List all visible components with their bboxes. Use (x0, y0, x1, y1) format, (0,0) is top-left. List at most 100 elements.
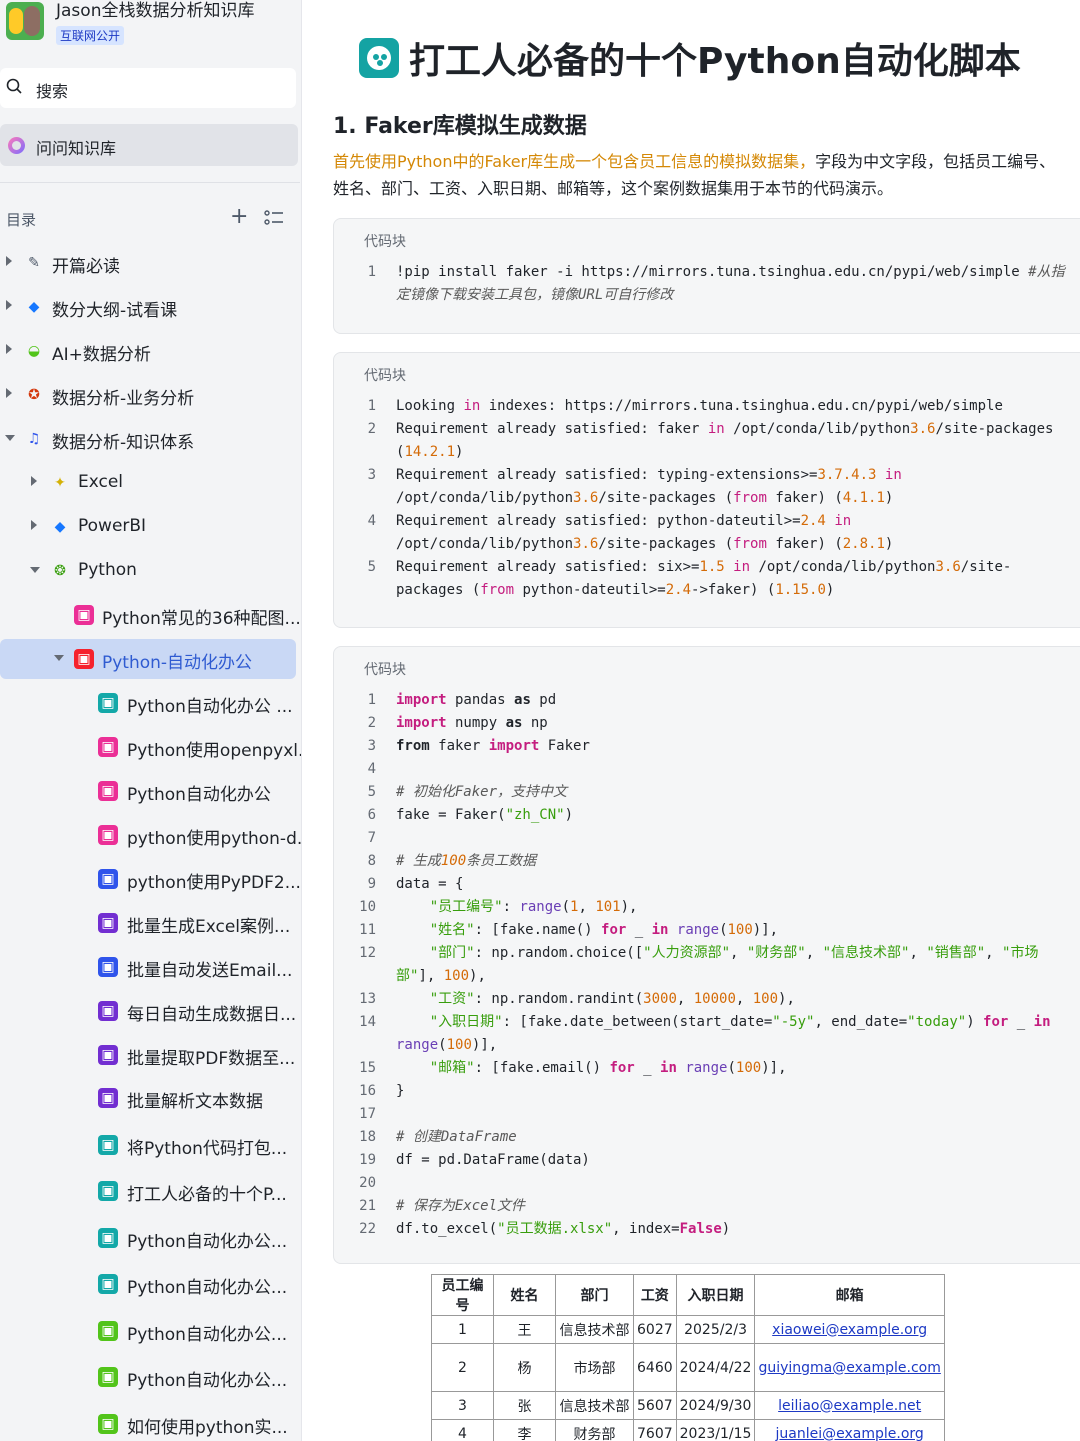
sidebar-item[interactable]: ▣ Python自动化办公... (0, 1218, 300, 1258)
sidebar-item-label: AI+数据分析 (52, 345, 151, 365)
sidebar-item-label: Python自动化办公... (127, 1232, 288, 1252)
sidebar-item[interactable]: ◒ AI+数据分析 (0, 331, 300, 371)
doc-icon: ▣ (74, 605, 94, 625)
code-text: df.to_excel("员工数据.xlsx", index=False) (396, 1221, 731, 1237)
code-text: df = pd.DataFrame(data) (396, 1152, 590, 1168)
code-text: Requirement already satisfied: six>=1.5 … (396, 559, 1012, 598)
sidebar-item[interactable]: ▣ Python自动化办公 ... (0, 683, 300, 723)
line-number: 15 (359, 1060, 376, 1076)
caret-right-icon[interactable] (31, 520, 37, 530)
sidebar-item-label: Python使用openpyxl... (127, 741, 302, 761)
code-text: !pip install faker -i https://mirrors.tu… (396, 264, 1065, 303)
code-block-label: 代码块 (364, 234, 406, 250)
medal-icon: ✪ (28, 387, 40, 403)
sidebar-item[interactable]: ▣ 批量解析文本数据 (0, 1078, 300, 1118)
sidebar-item[interactable]: ▣ python使用python-d... (0, 815, 302, 855)
sidebar-item[interactable]: ♫ 数据分析-知识体系 (0, 419, 300, 459)
sidebar-item-label: 数分大纲-试看课 (52, 301, 178, 321)
code-block-generate[interactable]: 代码块 1 import pandas as pd 2 import numpy as… (333, 646, 1080, 1264)
caret-down-icon[interactable] (5, 435, 15, 441)
sidebar-item[interactable]: ▣ 如何使用python实... (0, 1404, 300, 1441)
line-number: 21 (359, 1198, 376, 1214)
line-number: 5 (367, 559, 376, 575)
email-link[interactable]: leiliao@example.net (754, 1391, 945, 1420)
sidebar-item[interactable]: ▣ 批量自动发送Email... (0, 947, 300, 987)
sidebar-item[interactable]: ✪ 数据分析-业务分析 (0, 375, 300, 415)
email-link[interactable]: juanlei@example.org (754, 1419, 945, 1441)
caret-right-icon[interactable] (31, 476, 37, 486)
add-icon[interactable]: + (230, 206, 248, 228)
caret-down-icon[interactable] (54, 655, 64, 661)
doc-icon: ▣ (98, 781, 118, 801)
sidebar-item[interactable]: ▣ 打工人必备的十个P... (0, 1171, 300, 1211)
gem-icon: ◆ (28, 299, 40, 315)
sidebar-item[interactable]: ▣ Python自动化办公... (0, 1311, 300, 1351)
sidebar-item[interactable]: ▣ 批量生成Excel案例... (0, 903, 300, 943)
sidebar-item-label: python使用python-d... (127, 829, 302, 849)
knowledge-base-header[interactable]: Jason全栈数据分析知识库 互联网公开 (0, 0, 301, 56)
sidebar-item-label: 批量生成Excel案例... (127, 917, 291, 937)
search-icon (6, 78, 22, 94)
code-text: Requirement already satisfied: faker in … (396, 421, 1062, 460)
email-link[interactable]: xiaowei@example.org (754, 1315, 945, 1344)
sidebar-item-label: PowerBI (78, 516, 147, 536)
line-number: 1 (367, 692, 376, 708)
line-number: 19 (359, 1152, 376, 1168)
sidebar-divider (0, 182, 300, 183)
doc-icon: ▣ (98, 1088, 118, 1108)
search-button[interactable]: 搜索 (0, 68, 296, 108)
ask-knowledge-base-button[interactable]: 问问知识库 (0, 124, 298, 166)
code-text: Looking in indexes: https://mirrors.tuna… (396, 398, 1003, 414)
caret-down-icon[interactable] (30, 567, 40, 573)
code-text: # 创建DataFrame (396, 1129, 517, 1145)
sidebar-item-label: 将Python代码打包... (127, 1139, 288, 1159)
caret-right-icon[interactable] (6, 256, 12, 266)
table-cell: 市场部 (555, 1343, 634, 1392)
table-cell: 6460 (633, 1343, 677, 1392)
sidebar-item[interactable]: ❂ Python (0, 551, 300, 591)
sidebar-item[interactable]: ▣ Python-自动化办公 (0, 639, 296, 679)
sidebar-item[interactable]: ▣ Python自动化办公... (0, 1264, 300, 1304)
sidebar-item[interactable]: ▣ Python使用openpyxl... (0, 727, 302, 767)
doc-icon: ▣ (98, 1321, 118, 1341)
table-cell: 财务部 (555, 1419, 634, 1441)
line-number: 17 (359, 1106, 376, 1122)
sidebar-item[interactable]: ▣ python使用PyPDF2... (0, 859, 301, 899)
section-heading: 1. Faker库模拟生成数据 (333, 114, 587, 139)
code-text: # 保存为Excel文件 (396, 1198, 526, 1214)
sidebar-item-label: Python常见的36种配图... (102, 609, 301, 629)
sidebar-item[interactable]: ▣ Python常见的36种配图... (0, 595, 301, 635)
table-cell: 7607 (633, 1419, 677, 1441)
email-link[interactable]: guiyingma@example.com (754, 1343, 945, 1392)
sidebar-item[interactable]: ▣ 批量提取PDF数据至... (0, 1035, 300, 1075)
sidebar-item[interactable]: ▣ Python自动化办公... (0, 1357, 300, 1397)
sidebar-item[interactable]: ▣ Python自动化办公 (0, 771, 300, 811)
palette-icon[interactable] (359, 38, 399, 78)
caret-right-icon[interactable] (6, 300, 12, 310)
line-number: 9 (367, 876, 376, 892)
sidebar-item-label: Python自动化办公 ... (127, 697, 293, 717)
kb-public-badge: 互联网公开 (56, 26, 125, 45)
code-text: from faker import Faker (396, 738, 590, 754)
code-block-install[interactable]: 代码块 1 !pip install faker -i https://mirro… (333, 218, 1080, 334)
table-cell: 李 (493, 1419, 556, 1441)
doc-icon: ▣ (98, 693, 118, 713)
sidebar-item[interactable]: ✦ Excel (0, 463, 300, 503)
sidebar-item-label: 开篇必读 (52, 257, 120, 277)
table-cell: 2024/4/22 (675, 1343, 756, 1392)
sidebar-item[interactable]: ✎ 开篇必读 (0, 243, 300, 283)
sidebar-item[interactable]: ◆ 数分大纲-试看课 (0, 287, 300, 327)
doc-icon: ▣ (98, 1001, 118, 1021)
table-row: 4 李财务部 7607 2023/1/15 juanlei@example.org (431, 1419, 945, 1441)
code-block-output[interactable]: 代码块 1 Looking in indexes: https://mirrors… (333, 352, 1080, 628)
table-header-cell: 员工编号 (431, 1274, 494, 1316)
toc-menu-icon[interactable] (264, 210, 284, 226)
sidebar-item[interactable]: ◆ PowerBI (0, 507, 300, 547)
sidebar-item[interactable]: ▣ 将Python代码打包... (0, 1125, 300, 1165)
sidebar-item[interactable]: ▣ 每日自动生成数据日... (0, 991, 300, 1031)
line-number: 20 (359, 1175, 376, 1191)
memo-icon: ✎ (28, 255, 40, 271)
caret-right-icon[interactable] (6, 344, 12, 354)
table-cell: 2025/2/3 (675, 1315, 756, 1344)
caret-right-icon[interactable] (6, 388, 12, 398)
